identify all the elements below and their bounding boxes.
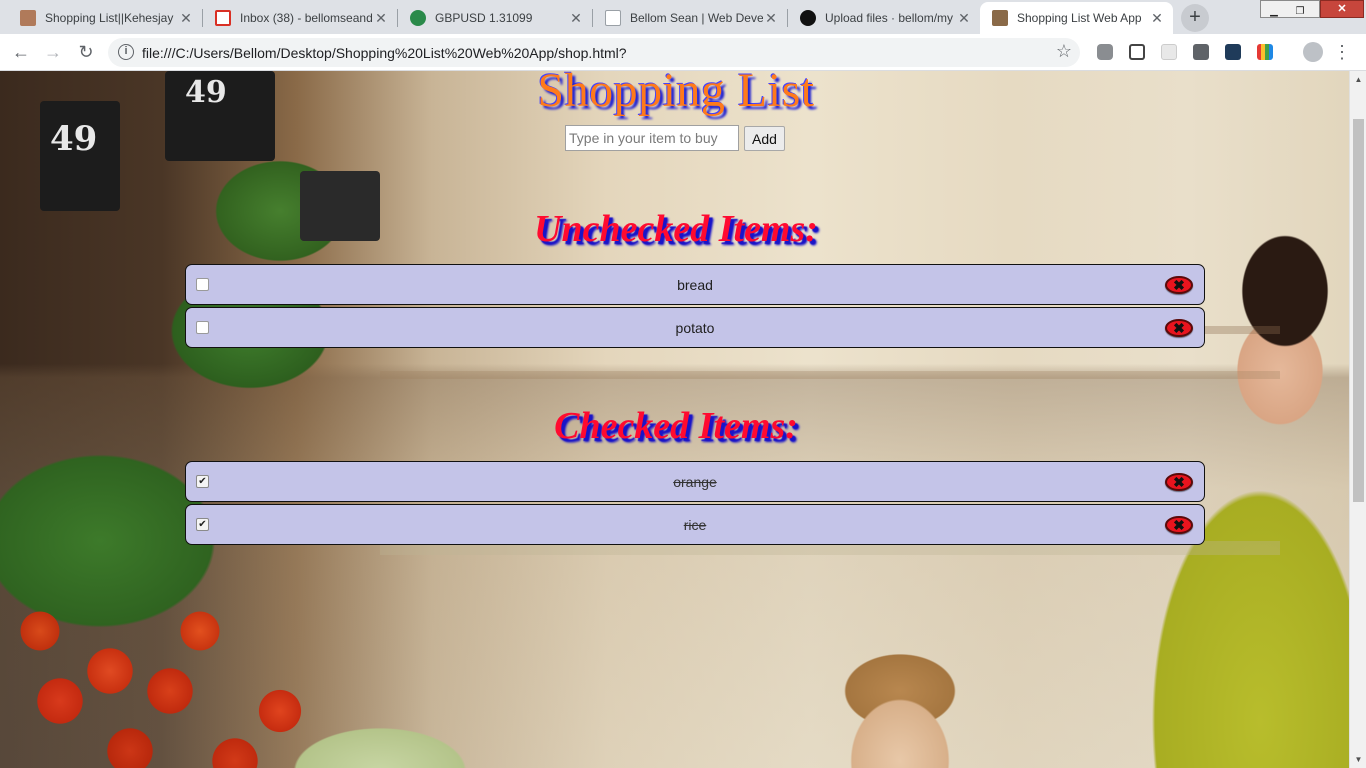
- tab-strip: Shopping List||Kehesjay ✕ Inbox (38) - b…: [0, 0, 1366, 34]
- qr-code-icon[interactable]: [1129, 44, 1145, 60]
- tab-close-icon[interactable]: ✕: [956, 10, 972, 27]
- item-label: bread: [677, 277, 713, 293]
- tab-close-icon[interactable]: ✕: [178, 10, 194, 27]
- new-tab-button[interactable]: +: [1181, 4, 1209, 32]
- tab-inbox[interactable]: Inbox (38) - bellomseand ✕: [203, 2, 397, 34]
- delete-x-icon: ✖: [1173, 320, 1185, 336]
- tab-title: GBPUSD 1.31099: [435, 11, 533, 25]
- tab-title: Bellom Sean | Web Deve: [630, 11, 763, 25]
- maximize-button[interactable]: ❐: [1287, 4, 1313, 20]
- checked-heading: Checked Items:: [554, 405, 798, 447]
- extension-dark-icon[interactable]: [1225, 44, 1241, 60]
- tab-close-icon[interactable]: ✕: [373, 10, 389, 27]
- item-label: potato: [675, 320, 715, 336]
- delete-button[interactable]: ✖: [1165, 473, 1193, 491]
- url-text[interactable]: file:///C:/Users/Bellom/Desktop/Shopping…: [142, 45, 627, 61]
- item-label: orange: [673, 474, 717, 490]
- profile-avatar-icon[interactable]: [1303, 42, 1323, 62]
- scroll-thumb[interactable]: [1353, 119, 1364, 502]
- tab-title: Shopping List Web App: [1017, 11, 1142, 25]
- add-item-form: Add: [565, 125, 785, 151]
- item-label: rice: [683, 517, 707, 533]
- bookmark-star-icon[interactable]: ☆: [1056, 41, 1072, 62]
- browser-toolbar: ← → ↻ i file:///C:/Users/Bellom/Desktop/…: [0, 34, 1366, 71]
- extensions-puzzle-icon[interactable]: [1097, 44, 1113, 60]
- list-item: bread ✖: [185, 264, 1205, 305]
- scroll-up-icon[interactable]: ▲: [1350, 71, 1366, 88]
- delete-x-icon: ✖: [1173, 277, 1185, 293]
- github-icon: [800, 10, 816, 26]
- delete-button[interactable]: ✖: [1165, 276, 1193, 294]
- tab-upload-files[interactable]: Upload files · bellom/my ✕: [788, 2, 980, 34]
- window-close-button[interactable]: ✕: [1320, 0, 1364, 18]
- delete-button[interactable]: ✖: [1165, 319, 1193, 337]
- extension-save-icon[interactable]: [1193, 44, 1209, 60]
- tab-title: Inbox (38) - bellomseand: [240, 11, 373, 25]
- tab-gbpusd[interactable]: GBPUSD 1.31099 ✕: [398, 2, 592, 34]
- page-scrollbar[interactable]: ▲ ▼: [1349, 71, 1366, 768]
- tab-close-icon[interactable]: ✕: [763, 10, 779, 27]
- tab-shopping-list-kehesjay[interactable]: Shopping List||Kehesjay ✕: [8, 2, 202, 34]
- color-picker-icon[interactable]: [1257, 44, 1273, 60]
- scroll-down-icon[interactable]: ▼: [1350, 751, 1366, 768]
- gmail-icon: [215, 10, 231, 26]
- extension-grid-icon[interactable]: [1161, 44, 1177, 60]
- tab-title: Shopping List||Kehesjay: [45, 11, 174, 25]
- back-button[interactable]: ←: [9, 40, 33, 64]
- add-button[interactable]: Add: [744, 126, 785, 151]
- unchecked-heading: Unchecked Items:: [534, 208, 818, 250]
- tab-bellom-sean[interactable]: Bellom Sean | Web Deve ✕: [593, 2, 787, 34]
- minimize-button[interactable]: ▁: [1261, 4, 1287, 20]
- tab-shopping-list-web-app[interactable]: Shopping List Web App ✕: [980, 2, 1173, 34]
- menu-kebab-icon[interactable]: ⋮: [1330, 40, 1354, 64]
- window-controls: ▁ ❐: [1260, 0, 1320, 18]
- list-item: ✔ rice ✖: [185, 504, 1205, 545]
- list-item: ✔ orange ✖: [185, 461, 1205, 502]
- delete-button[interactable]: ✖: [1165, 516, 1193, 534]
- tradingview-icon: [410, 10, 426, 26]
- forward-button[interactable]: →: [41, 40, 65, 64]
- tab-title: Upload files · bellom/my: [825, 11, 954, 25]
- info-icon[interactable]: i: [118, 44, 134, 60]
- page-viewport: 49 49 Shopping List Add Unchecked Items:…: [0, 71, 1349, 768]
- tab-favicon-icon: [20, 10, 36, 26]
- reload-button[interactable]: ↻: [74, 40, 98, 64]
- tab-close-icon[interactable]: ✕: [1149, 10, 1165, 27]
- document-icon: [605, 10, 621, 26]
- list-item: potato ✖: [185, 307, 1205, 348]
- delete-x-icon: ✖: [1173, 474, 1185, 490]
- delete-x-icon: ✖: [1173, 517, 1185, 533]
- address-bar[interactable]: i file:///C:/Users/Bellom/Desktop/Shoppi…: [108, 38, 1080, 67]
- tab-favicon-icon: [992, 10, 1008, 26]
- item-input[interactable]: [565, 125, 739, 151]
- tab-close-icon[interactable]: ✕: [568, 10, 584, 27]
- page-title: Shopping List: [537, 71, 815, 117]
- shelf-band: [380, 371, 1280, 379]
